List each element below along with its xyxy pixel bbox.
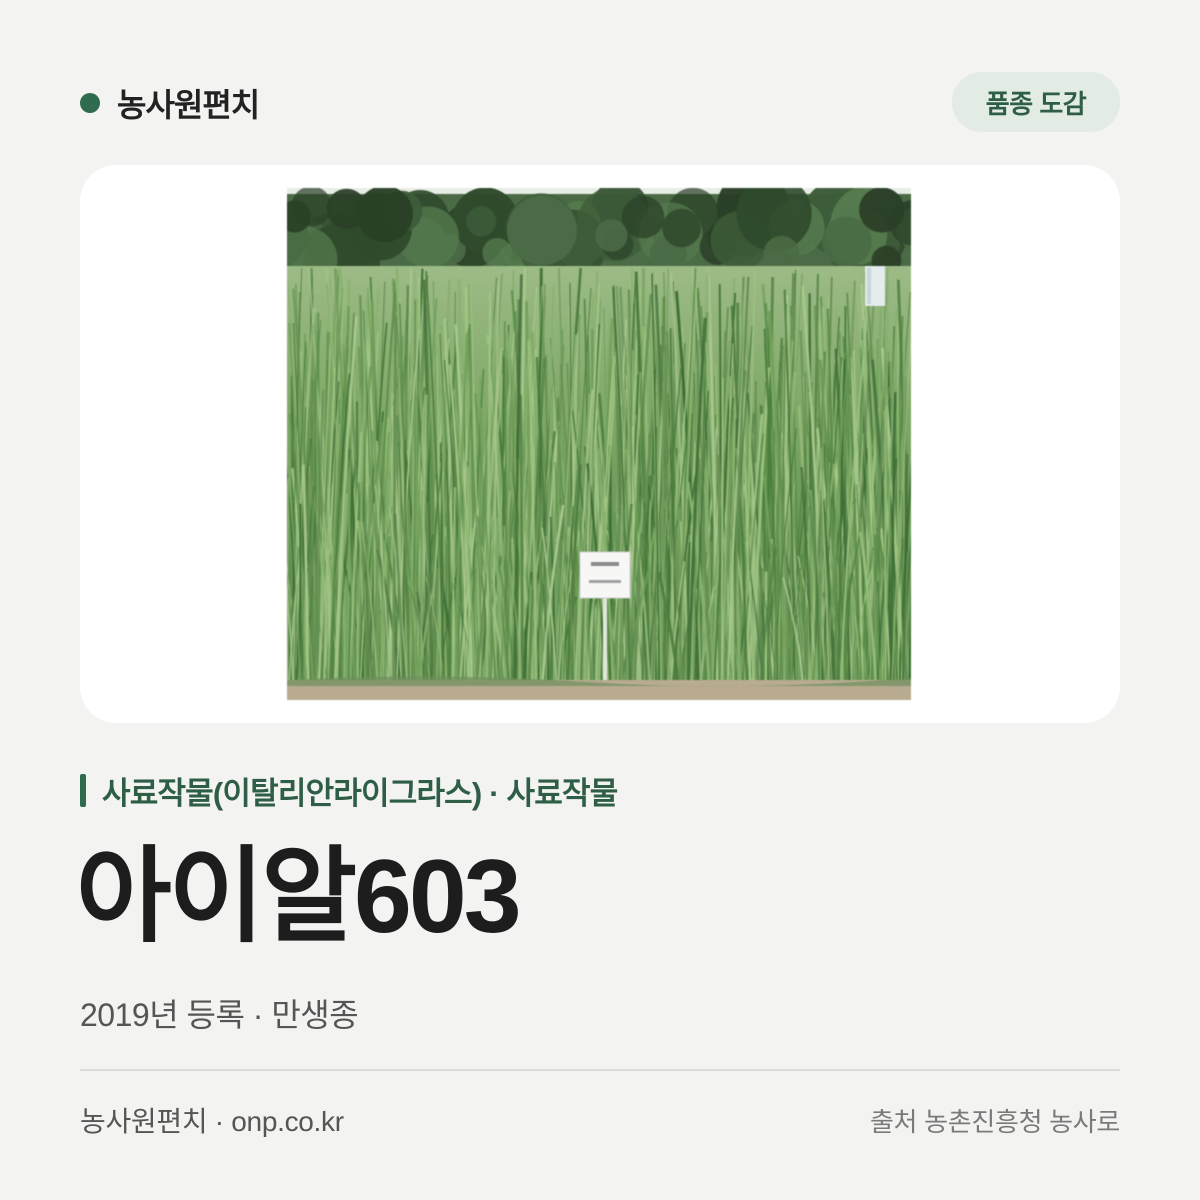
brand-dot-icon [80, 93, 100, 113]
variety-photo [287, 188, 911, 700]
footer-site: 농사원편치 · onp.co.kr [80, 1106, 344, 1137]
divider [80, 1069, 1120, 1071]
brand: 농사원편치 [80, 80, 260, 126]
photo-card [80, 165, 1120, 723]
category-accent-bar [80, 773, 86, 807]
category-text: 사료작물(이탈리안라이그라스) · 사료작물 [102, 775, 618, 811]
footer-source: 출처 농촌진흥청 농사로 [869, 1107, 1120, 1137]
category-badge: 품종 도감 [952, 72, 1120, 132]
brand-name: 농사원편치 [117, 87, 260, 123]
variety-meta: 2019년 등록 · 만생종 [80, 997, 359, 1033]
variety-category: 사료작물(이탈리안라이그라스) · 사료작물 [80, 770, 618, 811]
variety-name: 아이알603 [76, 839, 522, 955]
